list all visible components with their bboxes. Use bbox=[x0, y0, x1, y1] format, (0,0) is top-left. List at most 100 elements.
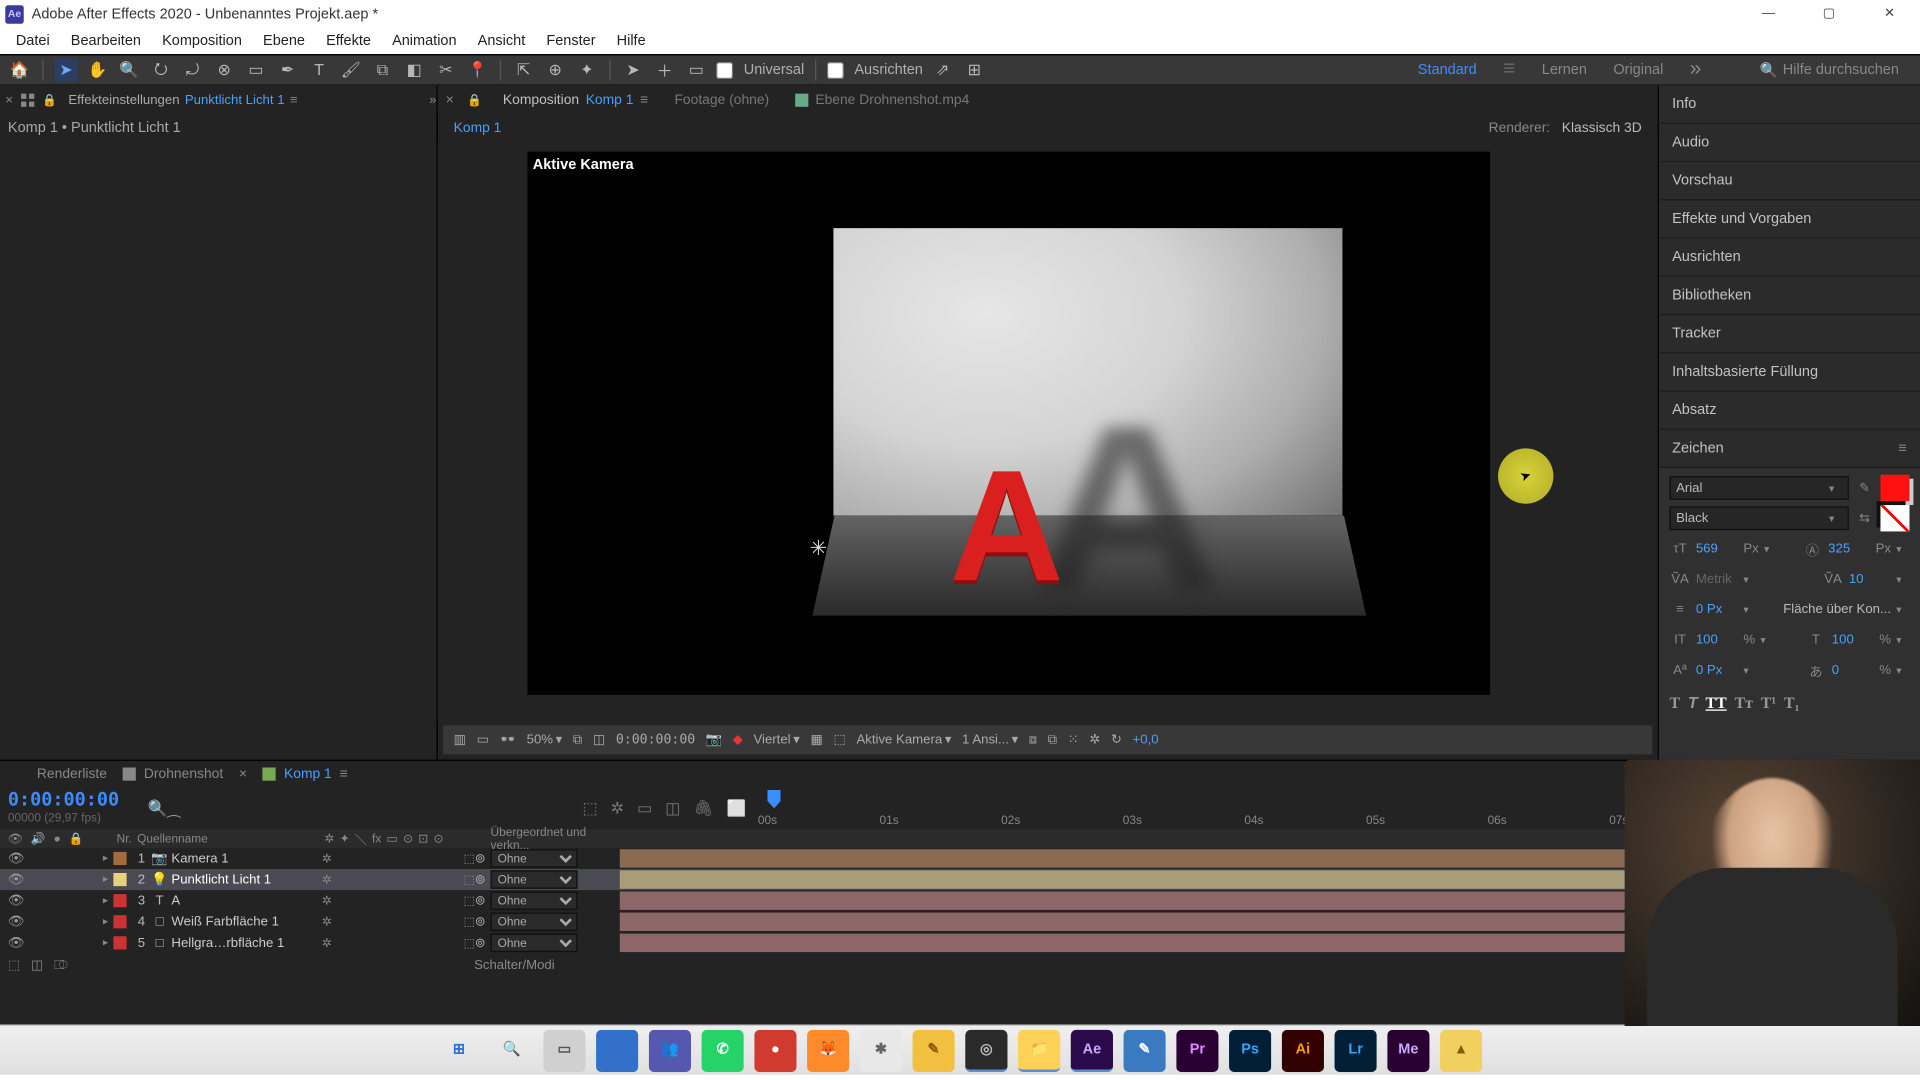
tab-komp1[interactable]: Komp 1≡ bbox=[263, 766, 348, 782]
stroke-value[interactable]: 0 Px bbox=[1696, 602, 1738, 617]
tab-footage[interactable]: Footage (ohne) bbox=[661, 86, 782, 115]
zoom-select[interactable]: 50% ▾ bbox=[527, 733, 563, 748]
parent-pick-icon[interactable]: ⊚ bbox=[475, 893, 486, 908]
vb-res-icon[interactable]: ⧉ bbox=[573, 733, 582, 748]
kerning-value[interactable]: Metrik bbox=[1696, 572, 1738, 587]
vb-snapshot-icon[interactable]: 📷 bbox=[706, 733, 722, 748]
text-tool-icon[interactable]: T bbox=[307, 58, 331, 82]
rect-tool-icon[interactable]: ▭ bbox=[244, 58, 268, 82]
taskbar-media-enc[interactable]: Me bbox=[1387, 1029, 1429, 1071]
parent-select[interactable]: Ohne bbox=[491, 913, 578, 931]
visibility-icon[interactable]: 👁 bbox=[8, 915, 25, 930]
tracking-value[interactable]: 10 bbox=[1849, 572, 1891, 587]
box-icon[interactable]: ▭ bbox=[684, 58, 708, 82]
viewer-timecode[interactable]: 0:00:00:00 bbox=[616, 733, 695, 748]
taskbar-whatsapp[interactable]: ✆ bbox=[702, 1029, 744, 1071]
view-axis-icon[interactable]: ✦ bbox=[575, 58, 599, 82]
vb-screen-icon[interactable]: ▭ bbox=[477, 733, 489, 748]
panel-bibliotheken[interactable]: Bibliotheken bbox=[1659, 277, 1920, 315]
workspace-original[interactable]: Original bbox=[1613, 62, 1663, 78]
plus-icon[interactable]: ＋ bbox=[653, 58, 677, 82]
stroke-swatch[interactable] bbox=[1880, 505, 1909, 531]
vb-channels-icon[interactable]: ◆ bbox=[733, 733, 743, 748]
menu-fenster[interactable]: Fenster bbox=[538, 32, 603, 50]
vb-g2-icon[interactable]: ⧉ bbox=[1048, 733, 1057, 748]
tl-ic3[interactable]: ▭ bbox=[637, 799, 652, 817]
workspace-learn[interactable]: Lernen bbox=[1542, 62, 1587, 78]
menu-ebene[interactable]: Ebene bbox=[255, 32, 313, 50]
pen-tool-icon[interactable]: ✒ bbox=[276, 58, 300, 82]
tl-ic6[interactable]: ⬜ bbox=[727, 799, 747, 817]
panel-effekte-und-vorgaben[interactable]: Effekte und Vorgaben bbox=[1659, 200, 1920, 238]
tl-ic4[interactable]: ◫ bbox=[665, 799, 680, 817]
sub-button[interactable]: T₁ bbox=[1784, 694, 1799, 714]
taskbar-app1[interactable] bbox=[596, 1029, 638, 1071]
taskbar-photoshop[interactable]: Ps bbox=[1229, 1029, 1271, 1071]
font-family-select[interactable]: Arial▾ bbox=[1669, 476, 1848, 500]
viewer-canvas[interactable]: Aktive Kamera A A ✳ bbox=[527, 152, 1490, 695]
zeichen-header[interactable]: Zeichen≡ bbox=[1659, 430, 1920, 468]
panel-info[interactable]: Info bbox=[1659, 86, 1920, 124]
panel-ausrichten[interactable]: Ausrichten bbox=[1659, 239, 1920, 277]
visibility-icon[interactable]: 👁 bbox=[8, 872, 25, 887]
font-weight-select[interactable]: Black▾ bbox=[1669, 506, 1848, 530]
quality-select[interactable]: Viertel ▾ bbox=[753, 733, 799, 748]
lock-icon[interactable] bbox=[42, 94, 55, 107]
taskbar-after-effects[interactable]: Ae bbox=[1071, 1029, 1113, 1071]
toggle-switches[interactable]: Schalter/Modi bbox=[474, 958, 555, 973]
parent-select[interactable]: Ohne bbox=[491, 934, 578, 952]
cursor-icon[interactable]: ➤ bbox=[621, 58, 645, 82]
baseline-value[interactable]: 0 Px bbox=[1696, 663, 1738, 678]
breadcrumb-comp[interactable]: Komp 1 bbox=[454, 120, 502, 136]
tsume-value[interactable]: 0 bbox=[1832, 663, 1874, 678]
camera-select[interactable]: Aktive Kamera ▾ bbox=[856, 733, 951, 748]
visibility-icon[interactable]: 👁 bbox=[8, 893, 25, 908]
swap-icon[interactable]: ⇆ bbox=[1854, 508, 1875, 529]
puppet-tool-icon[interactable]: 📍 bbox=[466, 58, 490, 82]
taskbar-obs[interactable]: ◎ bbox=[965, 1029, 1007, 1071]
parent-select[interactable]: Ohne bbox=[491, 849, 578, 867]
vb-glasses-icon[interactable]: 👓 bbox=[500, 733, 516, 748]
taskbar-teams[interactable]: 👥 bbox=[649, 1029, 691, 1071]
super-button[interactable]: T¹ bbox=[1761, 694, 1776, 714]
snap-checkbox[interactable] bbox=[716, 61, 733, 78]
effect-tab-label[interactable]: Effekteinstellungen bbox=[68, 93, 179, 108]
close-button[interactable]: ✕ bbox=[1859, 0, 1920, 28]
clone-tool-icon[interactable]: ⧉ bbox=[371, 58, 395, 82]
foot-ic1[interactable]: ⬚ bbox=[8, 958, 20, 973]
panel-vorschau[interactable]: Vorschau bbox=[1659, 162, 1920, 200]
taskbar-firefox[interactable]: 🦊 bbox=[807, 1029, 849, 1071]
tl-ic2[interactable]: ✲ bbox=[611, 799, 624, 817]
visibility-icon[interactable]: 👁 bbox=[8, 936, 25, 951]
eyedropper-icon[interactable]: ✎ bbox=[1854, 477, 1875, 498]
taskbar-taskview[interactable]: ▭ bbox=[543, 1029, 585, 1071]
menu-komposition[interactable]: Komposition bbox=[154, 32, 250, 50]
vb-3d-icon[interactable]: ⬚ bbox=[833, 733, 845, 748]
timeline-search-icon[interactable]: 🔍⁔ bbox=[148, 799, 180, 817]
smallcaps-button[interactable]: Tᴛ bbox=[1735, 694, 1753, 714]
panel-absatz[interactable]: Absatz bbox=[1659, 392, 1920, 430]
hand-tool-icon[interactable]: ✋ bbox=[86, 58, 110, 82]
taskbar-app5[interactable]: ▲ bbox=[1440, 1029, 1482, 1071]
workspace-standard[interactable]: Standard bbox=[1418, 62, 1477, 78]
vb-g4-icon[interactable]: ✲ bbox=[1089, 733, 1100, 748]
tab-composition[interactable]: Komposition Komp 1 ≡ bbox=[490, 86, 662, 115]
lock-icon[interactable] bbox=[467, 92, 482, 108]
stroke-mode[interactable]: Fläche über Kon... bbox=[1783, 602, 1891, 617]
timecode-display[interactable]: 0:00:00:00 00000 (29,97 fps) bbox=[0, 787, 132, 829]
allcaps-button[interactable]: TT bbox=[1706, 694, 1727, 714]
parent-pick-icon[interactable]: ⊚ bbox=[475, 915, 486, 930]
taskbar-illustrator[interactable]: Ai bbox=[1282, 1029, 1324, 1071]
align-grid-icon[interactable]: ⊞ bbox=[962, 58, 986, 82]
vb-g1-icon[interactable]: ⧈ bbox=[1029, 733, 1037, 748]
menu-hilfe[interactable]: Hilfe bbox=[609, 32, 654, 50]
menu-datei[interactable]: Datei bbox=[8, 32, 58, 50]
panel-inhaltsbasierte-füllung[interactable]: Inhaltsbasierte Füllung bbox=[1659, 353, 1920, 391]
orbit-tool-icon[interactable]: ⭮ bbox=[149, 58, 173, 82]
eraser-tool-icon[interactable]: ◧ bbox=[402, 58, 426, 82]
grid-icon[interactable] bbox=[21, 94, 34, 107]
vb-g3-icon[interactable]: ⁙ bbox=[1068, 733, 1079, 748]
taskbar-search[interactable]: 🔍 bbox=[491, 1029, 533, 1071]
viewer[interactable]: Aktive Kamera A A ✳ bbox=[438, 141, 1658, 725]
minimize-button[interactable]: — bbox=[1738, 0, 1799, 28]
